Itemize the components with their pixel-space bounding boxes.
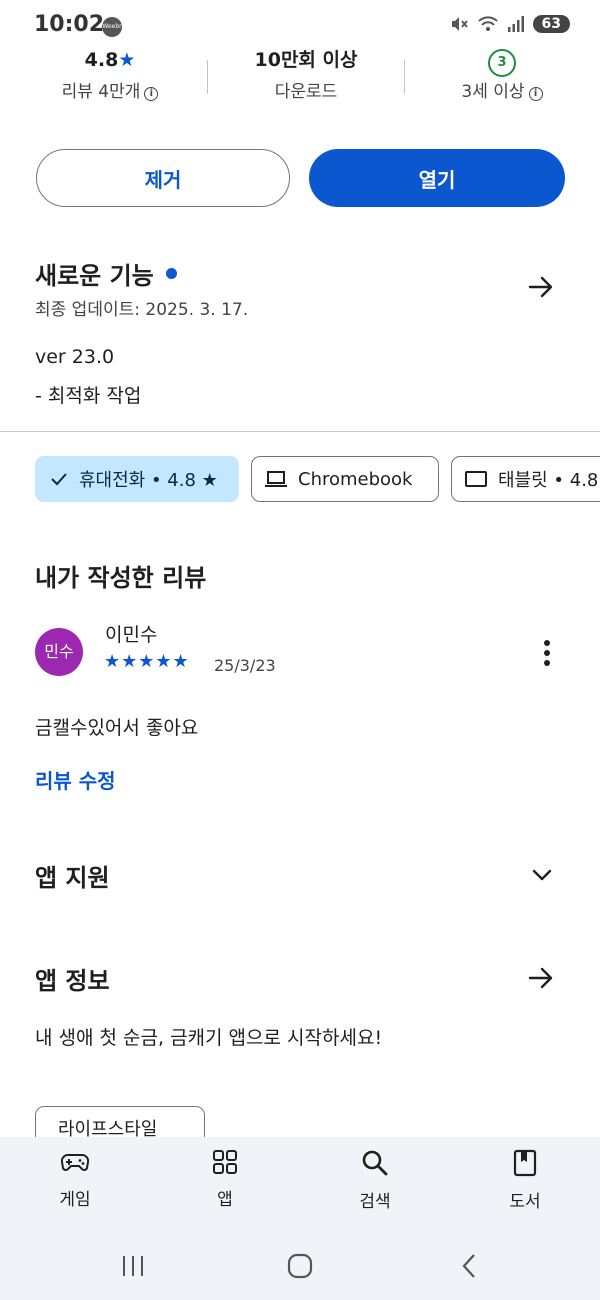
play-store-app-page: 10:02 Weebr 63 4.8★ 리뷰 4만개 i 10만회 이상 다운로… xyxy=(0,0,600,1300)
chip-phone-label: 휴대전화 • 4.8 ★ xyxy=(79,470,218,491)
my-review-title: 내가 작성한 리뷰 xyxy=(35,564,207,592)
arrow-right-icon[interactable] xyxy=(526,272,556,302)
info-icon: i xyxy=(528,87,543,101)
nav-label-apps: 앱 xyxy=(217,1190,233,1210)
uninstall-button[interactable]: 제거 xyxy=(36,149,290,207)
laptop-icon xyxy=(265,471,287,487)
app-support-header[interactable]: 앱 지원 xyxy=(35,858,110,893)
new-indicator-dot xyxy=(165,268,177,279)
last-updated: 최종 업데이트: 2025. 3. 17. xyxy=(35,300,249,320)
battery-indicator: 63 xyxy=(532,15,570,33)
mute-icon xyxy=(451,17,468,31)
downloads-stat: 10만회 이상 다운로드 xyxy=(206,44,406,108)
reviewer-name: 이민수 xyxy=(105,624,158,646)
nav-label-games: 게임 xyxy=(59,1190,91,1210)
chevron-down-icon[interactable] xyxy=(527,860,557,890)
section-divider xyxy=(0,431,600,432)
tablet-icon xyxy=(465,471,487,487)
chip-chromebook[interactable]: Chromebook xyxy=(251,456,439,502)
release-notes: - 최적화 작업 xyxy=(35,385,142,407)
search-icon xyxy=(362,1150,388,1176)
app-info-header[interactable]: 앱 정보 xyxy=(35,961,110,996)
edit-review-button[interactable]: 리뷰 수정 xyxy=(35,765,116,794)
avatar: 민수 xyxy=(35,628,83,676)
chip-phone[interactable]: 휴대전화 • 4.8 ★ xyxy=(35,456,239,502)
downloads-label: 다운로드 xyxy=(274,82,338,102)
book-icon xyxy=(513,1149,537,1177)
whats-new-title: 새로운 기능 xyxy=(35,262,154,290)
signal-icon xyxy=(507,16,524,32)
home-icon[interactable] xyxy=(286,1252,314,1280)
recent-apps-icon[interactable] xyxy=(119,1252,147,1280)
downloads-value: 10만회 이상 xyxy=(254,49,358,71)
review-text: 금캘수있어서 좋아요 xyxy=(35,717,199,739)
age-rating-label: 3세 이상 xyxy=(461,82,525,102)
nav-item-search[interactable]: 검색 xyxy=(315,1149,435,1212)
info-icon: i xyxy=(144,87,159,101)
version-text: ver 23.0 xyxy=(35,346,115,368)
app-description: 내 생애 첫 순금, 금캐기 앱으로 시작하세요! xyxy=(35,1027,383,1049)
nav-label-books: 도서 xyxy=(509,1192,541,1212)
nav-item-books[interactable]: 도서 xyxy=(465,1149,585,1212)
back-icon[interactable] xyxy=(455,1252,483,1280)
apps-grid-icon xyxy=(213,1150,237,1174)
review-stars: ★★★★★ xyxy=(104,651,190,672)
more-vert-icon[interactable] xyxy=(536,638,558,668)
reviews-count: 리뷰 4만개 xyxy=(61,82,141,102)
nav-label-search: 검색 xyxy=(359,1192,391,1212)
notification-app-icon: Weebr xyxy=(102,17,122,37)
check-icon xyxy=(51,473,67,486)
rating-value: 4.8 xyxy=(84,49,119,71)
chip-chromebook-label: Chromebook xyxy=(298,468,413,490)
whats-new-header[interactable]: 새로운 기능 xyxy=(35,256,177,291)
nav-item-apps[interactable]: 앱 xyxy=(165,1149,285,1210)
content-rating-stat[interactable]: 3 3세 이상 i xyxy=(402,44,600,108)
status-icons: 63 xyxy=(449,14,570,34)
status-time: 10:02 xyxy=(34,12,105,37)
rating-stat[interactable]: 4.8★ 리뷰 4만개 i xyxy=(10,44,210,108)
review-date: 25/3/23 xyxy=(214,656,276,675)
nav-item-games[interactable]: 게임 xyxy=(15,1149,135,1210)
bottom-navigation: 게임 앱 검색 도서 xyxy=(0,1137,600,1300)
chip-tablet[interactable]: 태블릿 • 4.8 xyxy=(451,456,600,502)
rating-star-icon: ★ xyxy=(118,49,136,71)
age-rating-badge: 3 xyxy=(488,49,516,77)
wifi-icon xyxy=(477,16,498,31)
open-button[interactable]: 열기 xyxy=(309,149,565,207)
app-stats-row: 4.8★ 리뷰 4만개 i 10만회 이상 다운로드 3 3세 이상 i xyxy=(0,44,600,114)
gamepad-icon xyxy=(60,1153,90,1171)
chip-tablet-label: 태블릿 • 4.8 xyxy=(498,470,599,491)
arrow-right-icon[interactable] xyxy=(526,963,556,993)
